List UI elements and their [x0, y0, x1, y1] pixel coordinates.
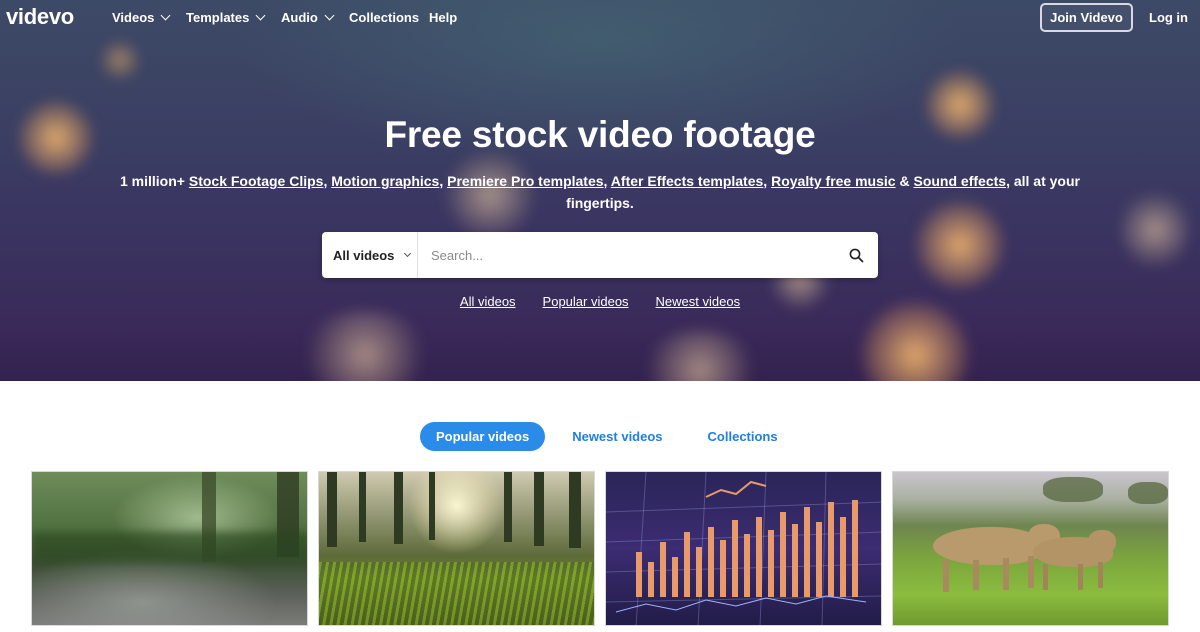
nav-templates-label: Templates [186, 10, 250, 25]
subtitle-prefix: 1 million+ [120, 173, 185, 189]
chevron-down-icon [160, 10, 171, 21]
search-type-label: All videos [333, 247, 395, 263]
chart-graphic [606, 472, 881, 625]
bokeh-light [640, 330, 760, 381]
tab-newest-videos[interactable]: Newest videos [572, 429, 662, 444]
video-tabs: Popular videos Newest videos Collections [420, 422, 778, 451]
chevron-down-icon [404, 249, 412, 257]
nav-audio-label: Audio [281, 10, 318, 25]
bokeh-light [860, 300, 970, 381]
tab-popular-videos[interactable]: Popular videos [420, 422, 546, 451]
video-thumbnail-rain[interactable] [31, 471, 308, 626]
nav-help[interactable]: Help [429, 10, 457, 25]
nav-collections-label: Collections [349, 10, 420, 25]
link-royalty-free-music[interactable]: Royalty free music [771, 173, 896, 189]
bokeh-light [100, 40, 140, 80]
search-input[interactable] [418, 232, 834, 278]
search-icon [849, 248, 863, 262]
search-button[interactable] [834, 232, 878, 278]
nav-videos[interactable]: Videos [112, 10, 171, 25]
hero-subtitle: 1 million+ Stock Footage Clips, Motion g… [120, 173, 1080, 211]
nav-videos-label: Videos [112, 10, 155, 25]
top-nav: videvo Videos Templates Audio Collection… [0, 0, 1200, 36]
tab-collections[interactable]: Collections [708, 429, 778, 444]
link-sound-effects[interactable]: Sound effects [913, 173, 1006, 189]
login-link[interactable]: Log in [1149, 10, 1188, 25]
page-title: Free stock video footage [384, 114, 816, 155]
link-motion-graphics[interactable]: Motion graphics [331, 173, 439, 189]
join-button[interactable]: Join Videvo [1040, 3, 1133, 32]
quick-link-newest-videos[interactable]: Newest videos [656, 294, 741, 309]
link-premiere-templates[interactable]: Premiere Pro templates [447, 173, 603, 189]
video-thumbnail-lions[interactable] [892, 471, 1169, 626]
link-after-effects-templates[interactable]: After Effects templates [611, 173, 764, 189]
nav-help-label: Help [429, 10, 458, 25]
nav-collections[interactable]: Collections [349, 10, 419, 25]
nav-templates[interactable]: Templates [186, 10, 266, 25]
search-bar: All videos [322, 232, 878, 278]
video-thumbnail-forest-grass[interactable] [318, 471, 595, 626]
video-thumbnail-bar-chart[interactable] [605, 471, 882, 626]
nav-audio[interactable]: Audio [281, 10, 335, 25]
bokeh-light [300, 310, 430, 381]
bokeh-light [1120, 190, 1190, 270]
logo[interactable]: videvo [6, 4, 74, 30]
chevron-down-icon [324, 10, 335, 21]
quick-links: All videos Popular videos Newest videos [0, 294, 1200, 309]
quick-link-popular-videos[interactable]: Popular videos [543, 294, 629, 309]
link-stock-footage[interactable]: Stock Footage Clips [189, 173, 324, 189]
subtitle-and: & [899, 173, 910, 189]
chevron-down-icon [255, 10, 266, 21]
quick-link-all-videos[interactable]: All videos [460, 294, 516, 309]
search-type-dropdown[interactable]: All videos [322, 232, 418, 278]
